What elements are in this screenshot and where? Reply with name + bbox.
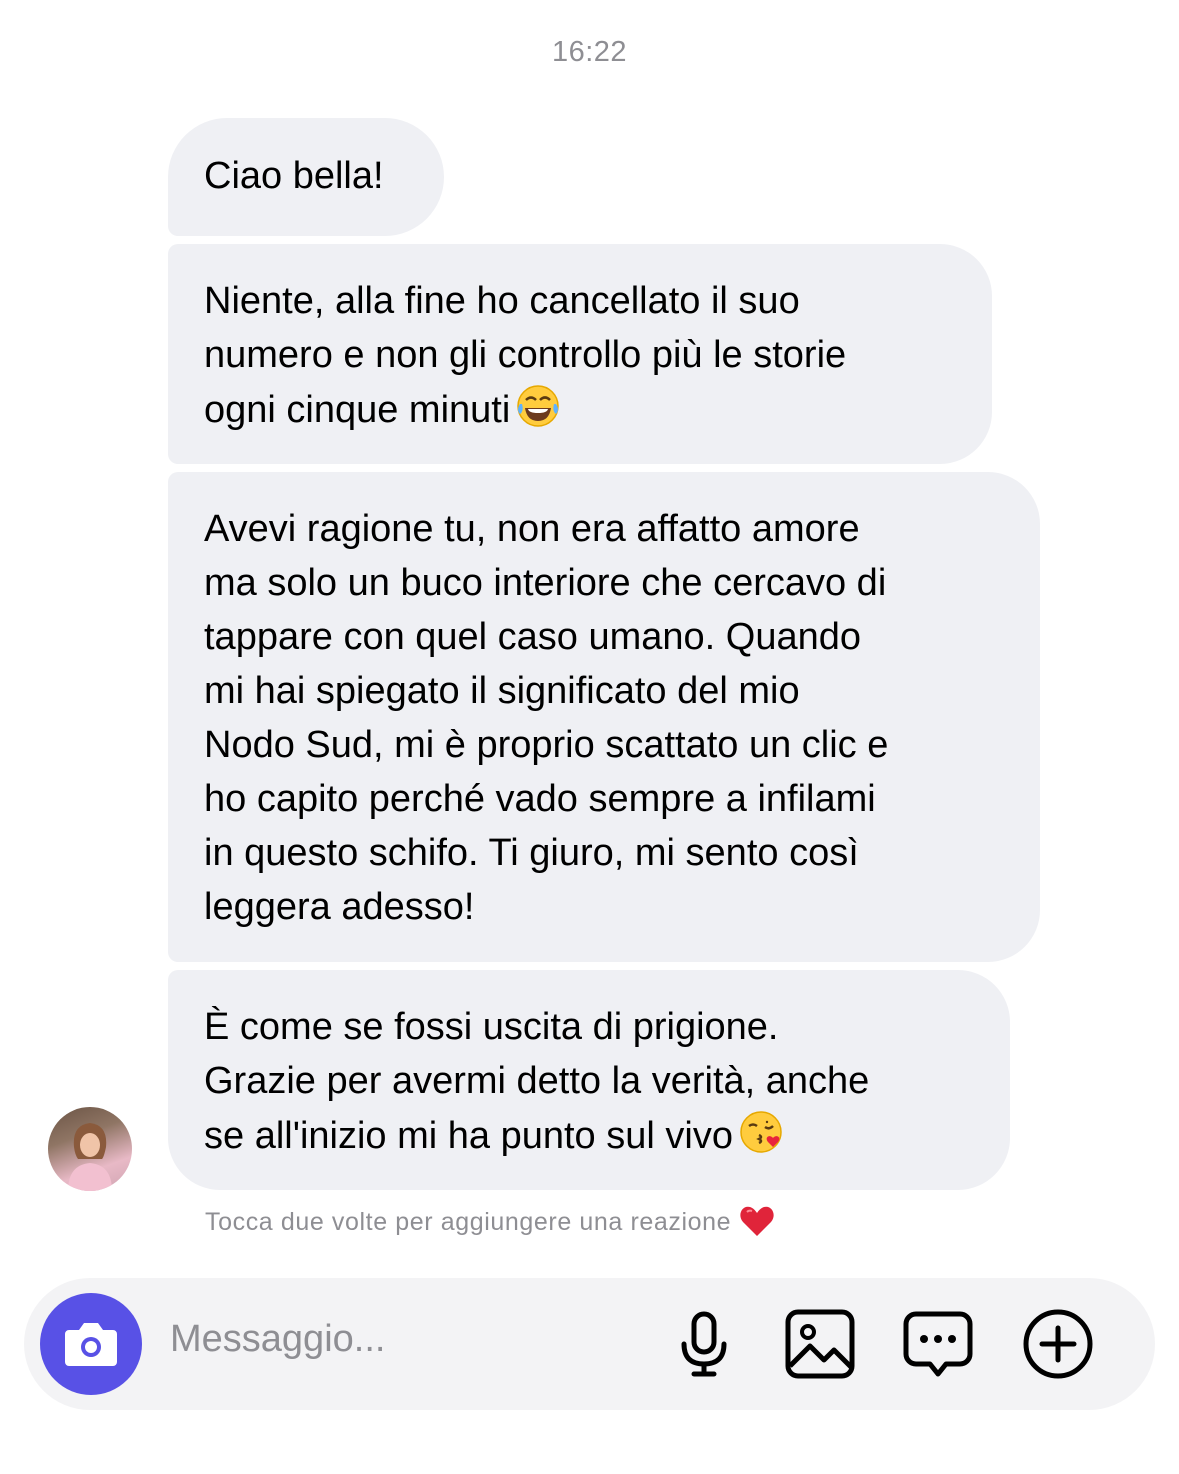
message-bubble[interactable]: Niente, alla fine ho cancellato il suo n… [168, 244, 992, 464]
reaction-hint: Tocca due volte per aggiungere una reazi… [205, 1204, 775, 1238]
message-input[interactable]: Messaggio... [170, 1318, 385, 1361]
tears-of-joy-emoji [517, 385, 560, 427]
camera-icon [65, 1323, 117, 1366]
avatar-photo [68, 1123, 112, 1191]
gallery-button[interactable] [782, 1306, 858, 1382]
sticker-chat-button[interactable] [900, 1306, 976, 1382]
gallery-icon [785, 1309, 855, 1379]
message-timestamp: 16:22 [551, 36, 628, 68]
microphone-icon [681, 1311, 727, 1377]
microphone-button[interactable] [666, 1306, 742, 1382]
add-icon [1023, 1309, 1093, 1379]
message-text: Avevi ragione tu, non era affatto amore … [204, 508, 889, 928]
chat-bubble-icon [903, 1311, 973, 1377]
message-bubble[interactable]: Ciao bella! [168, 118, 444, 236]
message-bubble[interactable]: È come se fossi uscita di prigione. Graz… [168, 970, 1010, 1190]
message-composer: Messaggio... [24, 1278, 1155, 1410]
contact-avatar[interactable] [48, 1107, 132, 1191]
kissing-face-emoji [740, 1111, 782, 1153]
reaction-hint-text: Tocca due volte per aggiungere una reazi… [205, 1208, 732, 1236]
heart-icon [740, 1206, 774, 1236]
camera-button[interactable] [40, 1293, 142, 1395]
add-button[interactable] [1020, 1306, 1096, 1382]
message-text: Ciao bella! [204, 155, 384, 197]
message-bubble[interactable]: Avevi ragione tu, non era affatto amore … [168, 472, 1040, 962]
